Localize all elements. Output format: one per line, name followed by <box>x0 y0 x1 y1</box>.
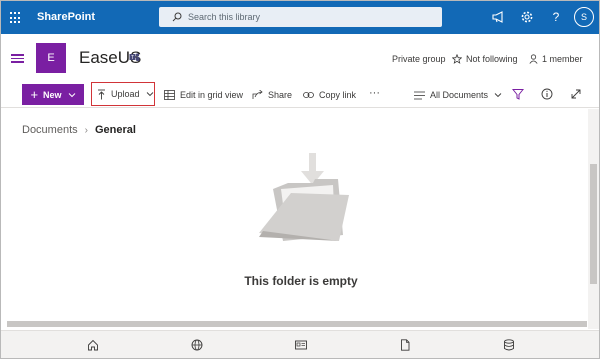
share-icon <box>252 90 263 99</box>
grid-icon <box>164 90 175 100</box>
breadcrumb-documents[interactable]: Documents <box>22 124 78 136</box>
breadcrumb-general: General <box>94 124 136 136</box>
search-placeholder: Search this library <box>188 12 261 22</box>
avatar[interactable]: S <box>574 7 594 27</box>
globe-icon[interactable] <box>191 339 203 351</box>
app-name[interactable]: SharePoint <box>37 11 95 23</box>
document-icon[interactable] <box>399 339 411 351</box>
search-icon <box>172 12 182 22</box>
empty-folder-icon <box>259 153 349 241</box>
expand-icon[interactable] <box>570 88 582 100</box>
sharepoint-window: SharePoint Search this library ? S E Eas… <box>0 0 600 359</box>
search-box[interactable]: Search this library <box>159 7 442 27</box>
copy-link-label: Copy link <box>319 90 357 100</box>
waffle-icon[interactable] <box>10 12 22 24</box>
gear-icon[interactable] <box>520 10 534 24</box>
new-label: New <box>43 89 62 100</box>
empty-state-message: This folder is empty <box>244 274 358 288</box>
hamburger-menu-icon[interactable] <box>11 54 24 63</box>
vertical-scrollbar-thumb[interactable] <box>590 164 597 284</box>
megaphone-icon[interactable] <box>491 10 505 24</box>
edit-grid-button[interactable]: Edit in grid view <box>164 90 243 100</box>
members-button[interactable]: 1 member <box>529 54 583 64</box>
help-icon[interactable]: ? <box>549 10 563 24</box>
svg-text:?: ? <box>553 10 560 24</box>
chevron-down-icon <box>68 92 75 97</box>
share-label: Share <box>268 90 293 100</box>
edit-grid-label: Edit in grid view <box>180 90 244 100</box>
members-label: 1 member <box>542 54 583 64</box>
breadcrumb: Documents › General <box>22 124 136 136</box>
site-logo[interactable]: E <box>36 43 66 73</box>
news-icon[interactable] <box>295 339 307 351</box>
chevron-down-icon <box>494 93 502 98</box>
star-icon <box>452 54 462 64</box>
more-button[interactable]: ··· <box>369 87 380 99</box>
privacy-label: Private group <box>392 54 446 64</box>
chevron-right-icon: › <box>84 124 88 136</box>
share-button[interactable]: Share <box>252 90 292 100</box>
teams-icon[interactable]: T <box>129 52 140 63</box>
info-icon[interactable] <box>541 88 553 100</box>
person-icon <box>529 54 538 64</box>
view-list-icon <box>414 91 425 99</box>
horizontal-scrollbar[interactable] <box>7 321 587 327</box>
home-icon[interactable] <box>87 339 99 351</box>
plus-icon: + <box>30 87 39 102</box>
follow-button[interactable]: Not following <box>452 54 518 64</box>
upload-button[interactable]: Upload <box>91 82 155 106</box>
chevron-down-icon <box>146 92 153 97</box>
filter-icon[interactable] <box>512 88 524 100</box>
upload-label: Upload <box>111 89 140 99</box>
database-icon[interactable] <box>503 339 515 351</box>
follow-label: Not following <box>466 54 518 64</box>
upload-icon <box>98 89 105 99</box>
copy-link-button[interactable]: Copy link <box>303 90 356 100</box>
new-button[interactable]: + New <box>22 84 84 105</box>
svg-text:T: T <box>131 55 134 61</box>
link-icon <box>303 92 314 98</box>
view-selector[interactable]: All Documents <box>414 90 507 100</box>
view-label: All Documents <box>430 90 489 100</box>
